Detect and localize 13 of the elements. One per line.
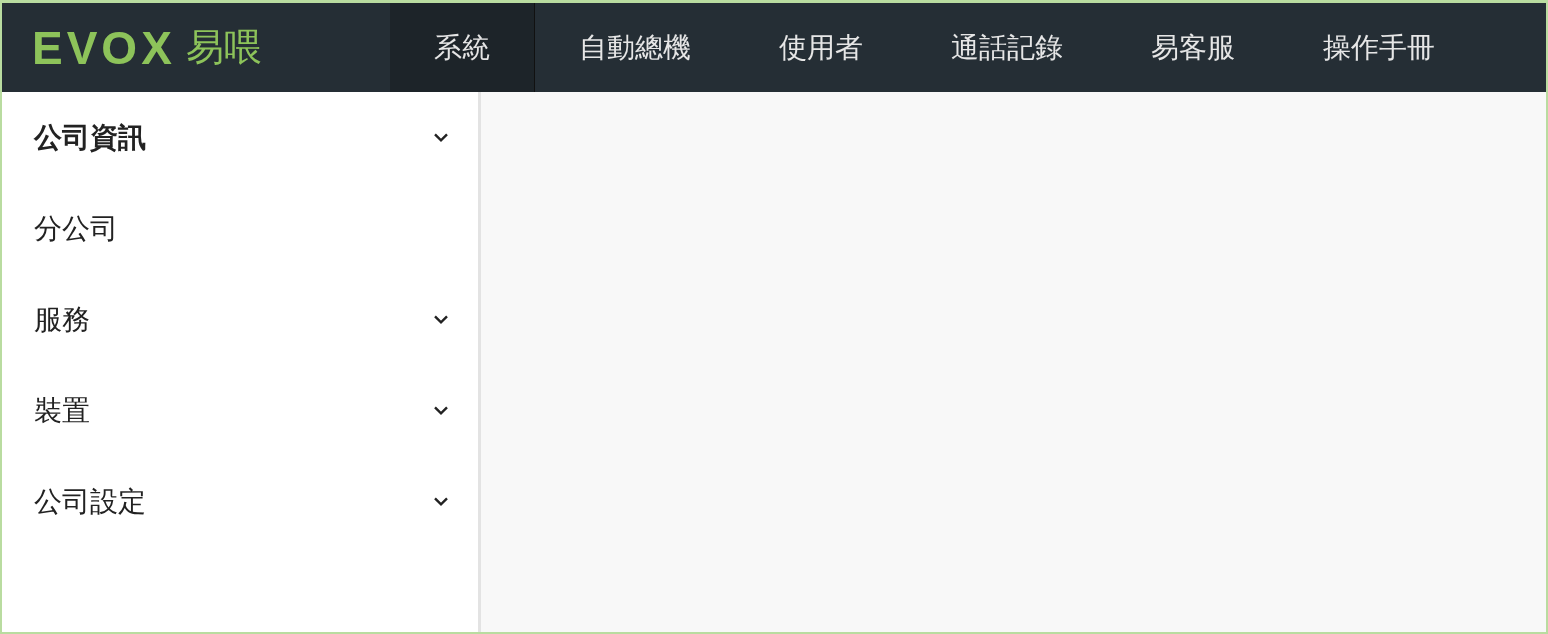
nav-tab[interactable]: 通話記錄 <box>907 3 1107 92</box>
sidebar-item[interactable]: 公司資訊 <box>2 92 478 183</box>
sidebar-item[interactable]: 服務 <box>2 274 478 365</box>
sidebar-item[interactable]: 公司設定 <box>2 456 478 547</box>
nav-tab[interactable]: 自動總機 <box>535 3 735 92</box>
nav-tab[interactable]: 易客服 <box>1107 3 1279 92</box>
logo-name: 易喂 <box>185 24 262 71</box>
sidebar-item[interactable]: 分公司 <box>2 183 478 274</box>
logo-wordmark: EVOX <box>32 20 176 75</box>
nav-tab[interactable]: 操作手冊 <box>1279 3 1479 92</box>
nav-tab[interactable]: 系統 <box>390 3 535 92</box>
sidebar-item[interactable]: 裝置 <box>2 365 478 456</box>
nav-tab[interactable]: 使用者 <box>735 3 907 92</box>
